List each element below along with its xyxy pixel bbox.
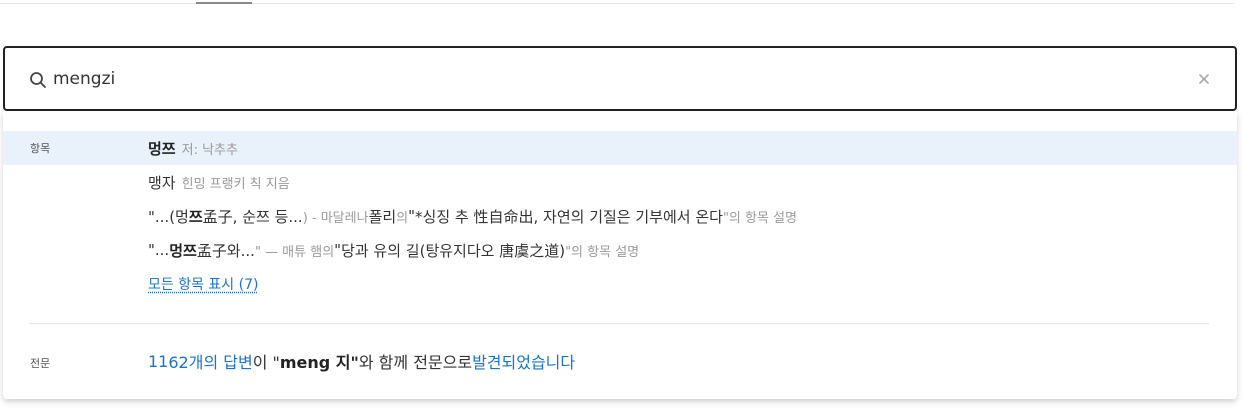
- item-title: 맹자: [148, 173, 176, 192]
- search-suggestions-dropdown: 항목 멍쯔 저: 낙추추 맹자 힌밍 프랭키 칙 지음 "...(멍 쯔 孟子, …: [3, 111, 1237, 399]
- search-icon: [29, 71, 47, 89]
- top-rule: [0, 3, 1234, 4]
- entry-title: 당과 유의 길(탕유지다오 唐虞之道): [341, 241, 566, 260]
- item-title: 멍쯔: [148, 139, 176, 158]
- snippet-match: 멍쯔: [169, 241, 197, 260]
- fulltext-section-label: 전문: [30, 357, 51, 370]
- show-all-items-link[interactable]: 모든 항목 표시 (7): [148, 274, 258, 294]
- fulltext-result: 11 62개의 답변 이 " meng 지" 와 함께 전문으로 발견되었습니다: [148, 349, 575, 373]
- list-item[interactable]: 항목 멍쯔 저: 낙추추: [3, 131, 1237, 165]
- author-name: 폴리: [368, 207, 397, 226]
- fulltext-suffix: 와 함께 전문으로: [358, 353, 473, 372]
- fulltext-query: meng 지": [279, 353, 359, 372]
- quote-open: ": [334, 241, 342, 259]
- answer-count-link[interactable]: 62개의 답변: [168, 349, 252, 373]
- snippet-open: "...(멍: [148, 207, 189, 226]
- found-link[interactable]: 발견되었습니다: [472, 349, 575, 373]
- snippet-meta: " — 매튜 햄의: [254, 244, 335, 260]
- close-icon[interactable]: [1195, 70, 1213, 88]
- entry-suffix: "의 항목 설명: [565, 244, 640, 260]
- snippet-open: "...: [148, 241, 170, 259]
- list-item[interactable]: "...(멍 쯔 孟子, 순쯔 등...) - 마달레나 폴리 의 " *싱징 추 性…: [3, 199, 1237, 233]
- fulltext-middle: 이 ": [252, 353, 280, 372]
- list-item[interactable]: "... 멍쯔 孟子와... " — 매튜 햄의 " 당과 유의 길(탕유지다오 唐虞…: [3, 233, 1237, 267]
- snippet-text: 孟子와...: [196, 241, 255, 260]
- entry-title: *싱징 추 性自命出, 자연의 기질은 기부에서 온다: [415, 207, 723, 226]
- item-meta: 힌밍 프랭키 칙 지음: [181, 176, 290, 192]
- items-section-label: 항목: [30, 142, 51, 155]
- snippet-match: 쯔: [188, 207, 203, 226]
- item-meta: 저: 낙추추: [181, 142, 238, 158]
- list-item[interactable]: 맹자 힌밍 프랭키 칙 지음: [3, 165, 1237, 199]
- snippet-meta: ) - 마달레나: [302, 210, 369, 226]
- quote-open: ": [408, 207, 416, 225]
- answer-count-prefix[interactable]: 11: [148, 352, 168, 371]
- active-tab-indicator: [196, 2, 252, 4]
- search-box: [3, 46, 1237, 111]
- divider: [29, 323, 1209, 324]
- search-input[interactable]: [53, 65, 1153, 93]
- snippet-text: 孟子, 순쯔 등...: [202, 207, 303, 226]
- entry-suffix: "의 항목 설명: [722, 210, 797, 226]
- author-suffix: 의: [396, 210, 409, 226]
